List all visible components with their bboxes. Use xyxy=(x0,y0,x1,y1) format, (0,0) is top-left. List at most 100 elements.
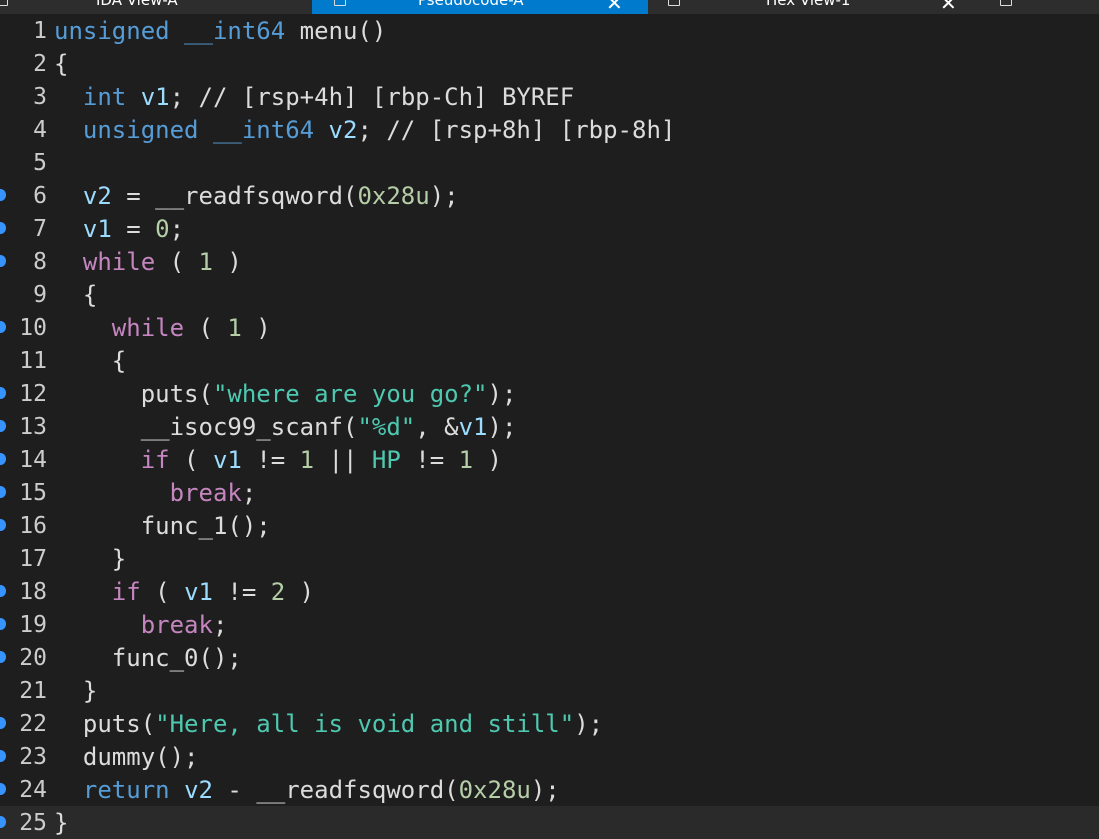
code-token: unsigned __int64 xyxy=(82,116,315,144)
code-text[interactable]: v1 = 0; xyxy=(54,216,184,242)
code-line[interactable]: 5 xyxy=(0,146,1099,179)
code-line[interactable]: 15 break; xyxy=(0,476,1099,509)
code-line[interactable]: 20 func_0(); xyxy=(0,641,1099,674)
code-token: } xyxy=(54,809,69,837)
code-text[interactable]: unsigned __int64 menu() xyxy=(54,18,386,44)
code-text[interactable]: while ( 1 ) xyxy=(54,249,242,275)
code-line[interactable]: 21 } xyxy=(0,674,1099,707)
code-token: v1 xyxy=(82,215,112,243)
code-token: unsigned __int64 xyxy=(54,17,286,45)
code-text[interactable]: int v1; // [rsp+4h] [rbp-Ch] BYREF xyxy=(54,84,574,110)
code-token: if xyxy=(140,446,170,474)
code-token: ( xyxy=(169,446,213,474)
code-line[interactable]: 12 puts("where are you go?"); xyxy=(0,377,1099,410)
code-line[interactable]: 18 if ( v1 != 2 ) xyxy=(0,575,1099,608)
code-line[interactable]: 3 int v1; // [rsp+4h] [rbp-Ch] BYREF xyxy=(0,80,1099,113)
code-token: = __readfsqword( xyxy=(111,182,358,210)
code-line[interactable]: 17 } xyxy=(0,542,1099,575)
code-line[interactable]: 9 { xyxy=(0,278,1099,311)
line-number: 2 xyxy=(33,51,47,77)
code-line[interactable]: 25} xyxy=(0,806,1099,839)
code-line[interactable]: 22 puts("Here, all is void and still"); xyxy=(0,707,1099,740)
pseudocode-editor[interactable]: 1 unsigned __int64 menu() 2{3 int v1; // [… xyxy=(0,14,1099,839)
code-text[interactable]: } xyxy=(54,810,68,836)
code-text[interactable]: v2 = __readfsqword(0x28u); xyxy=(54,183,459,209)
code-token: v2 xyxy=(328,116,358,144)
code-text[interactable]: func_0(); xyxy=(54,645,242,671)
code-text[interactable]: if ( v1 != 1 || HP != 1 ) xyxy=(54,447,502,473)
line-number: 9 xyxy=(33,282,47,308)
close-icon[interactable]: ✕ xyxy=(940,0,957,13)
code-text[interactable]: dummy(); xyxy=(54,744,199,770)
line-number: 15 xyxy=(19,480,47,506)
tab-hex-view[interactable]: Hex View-1 ✕ xyxy=(648,0,988,14)
document-icon xyxy=(1000,0,1012,6)
code-token: "%d" xyxy=(357,413,416,441)
tab-label: IDA View-A xyxy=(96,0,178,9)
document-icon xyxy=(334,0,346,6)
code-text[interactable]: { xyxy=(54,348,126,374)
tab-ida-view[interactable]: IDA View-A xyxy=(0,0,312,14)
code-line[interactable]: 8 while ( 1 ) xyxy=(0,245,1099,278)
code-token: } xyxy=(54,545,127,573)
code-text[interactable]: puts("where are you go?"); xyxy=(54,380,517,408)
code-token: != xyxy=(212,578,271,606)
line-number: 12 xyxy=(19,381,47,407)
code-line[interactable]: 1 unsigned __int64 menu() xyxy=(0,14,1099,47)
code-line[interactable]: 10 while ( 1 ) xyxy=(0,311,1099,344)
code-token: ) xyxy=(241,314,271,342)
code-token: ; xyxy=(241,479,257,507)
code-text[interactable]: { xyxy=(54,282,97,308)
code-token: 0 xyxy=(155,215,170,243)
code-line[interactable]: 23 dummy(); xyxy=(0,740,1099,773)
code-line[interactable]: 11 { xyxy=(0,344,1099,377)
code-token: ; xyxy=(169,215,185,243)
tab-extra[interactable] xyxy=(988,0,1099,14)
code-token: 1 xyxy=(227,314,242,342)
tab-pseudocode[interactable]: Pseudocode-A ✕ xyxy=(312,0,648,14)
code-token: __isoc99_scanf( xyxy=(54,413,358,441)
code-line[interactable]: 4 unsigned __int64 v2; // [rsp+8h] [rbp-… xyxy=(0,113,1099,146)
code-text[interactable]: break; xyxy=(54,612,228,638)
code-line[interactable]: 2{ xyxy=(0,47,1099,80)
code-line[interactable]: 19 break; xyxy=(0,608,1099,641)
line-number: 17 xyxy=(19,546,47,572)
close-icon[interactable]: ✕ xyxy=(606,0,623,13)
code-text[interactable]: } xyxy=(54,546,126,572)
code-line[interactable]: 13 __isoc99_scanf("%d", &v1); xyxy=(0,410,1099,443)
code-text[interactable]: if ( v1 != 2 ) xyxy=(54,579,314,605)
code-text[interactable]: } xyxy=(54,678,97,704)
code-token: { xyxy=(54,347,127,375)
code-text[interactable]: break; xyxy=(54,479,257,507)
code-token: menu() xyxy=(285,17,387,45)
code-text[interactable]: __isoc99_scanf("%d", &v1); xyxy=(54,413,517,441)
code-line[interactable]: 7 v1 = 0; xyxy=(0,212,1099,245)
tab-label: Pseudocode-A xyxy=(418,0,524,9)
code-token: 1 xyxy=(299,446,315,474)
code-line[interactable]: 16 func_1(); xyxy=(0,509,1099,542)
code-line[interactable]: 24 return v2 - __readfsqword(0x28u); xyxy=(0,773,1099,806)
code-token: ); xyxy=(429,182,459,210)
code-text[interactable]: puts("Here, all is void and still"); xyxy=(54,711,603,737)
code-text[interactable]: { xyxy=(54,51,68,77)
code-token: func_1(); xyxy=(54,512,271,540)
code-token: ( xyxy=(140,578,185,606)
code-text[interactable]: return v2 - __readfsqword(0x28u); xyxy=(54,777,560,803)
code-line[interactable]: 14 if ( v1 != 1 || HP != 1 ) xyxy=(0,443,1099,476)
code-token: ); xyxy=(487,380,517,408)
line-number: 25 xyxy=(19,810,47,836)
code-token: { xyxy=(54,50,69,78)
line-number: 20 xyxy=(19,645,47,671)
code-text[interactable]: while ( 1 ) xyxy=(54,315,271,341)
code-text[interactable]: func_1(); xyxy=(54,513,271,539)
code-line[interactable]: 6 v2 = __readfsqword(0x28u); xyxy=(0,179,1099,212)
code-text[interactable]: unsigned __int64 v2; // [rsp+8h] [rbp-8h… xyxy=(54,117,675,143)
code-token: != xyxy=(241,446,300,474)
code-token: func_0(); xyxy=(54,644,242,672)
